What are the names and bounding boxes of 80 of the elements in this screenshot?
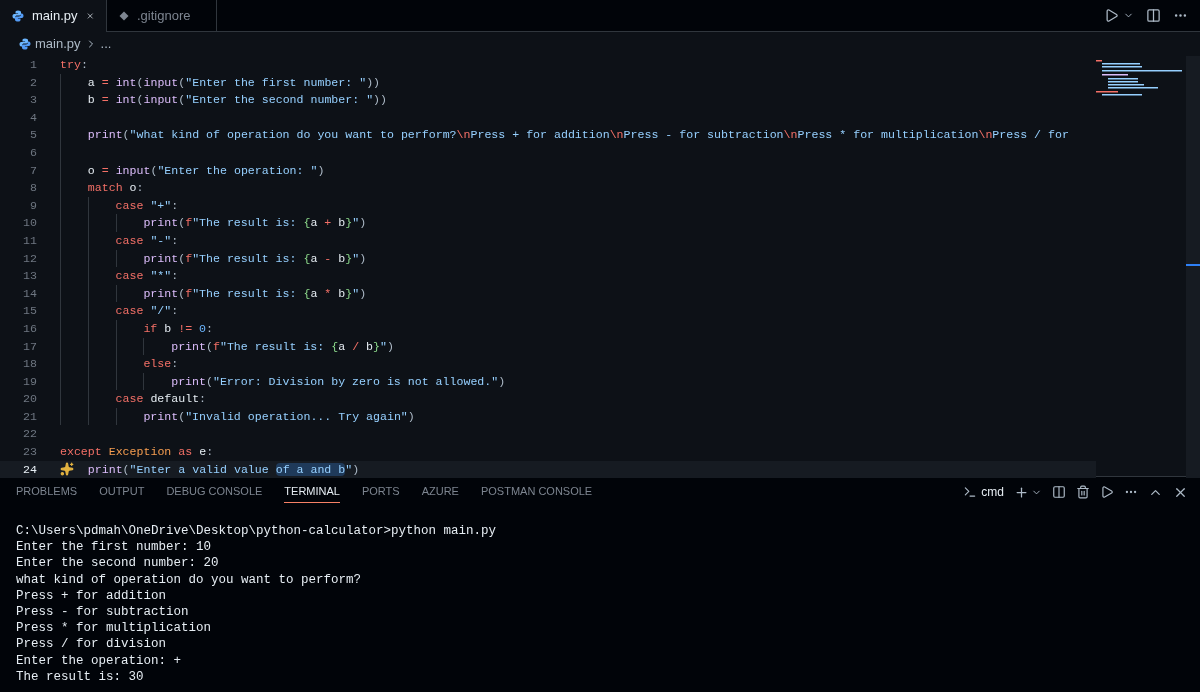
terminal-line: what kind of operation do you want to perform? [16,571,363,588]
terminal-line: Press * for multiplication [16,620,213,637]
code-line: case "*": [115,268,179,285]
editor-tab[interactable]: main.py [0,0,107,32]
line-number: 20 [22,391,37,408]
panel-tab[interactable]: TERMINAL [284,481,340,503]
code-line: case "+": [115,197,179,214]
line-number: 4 [29,109,37,126]
line-number: 22 [22,426,37,443]
terminal-line: Enter the second number: 20 [16,555,220,572]
code-line: case "-": [115,232,179,249]
panel-tab[interactable]: POSTMAN CONSOLE [480,481,593,503]
terminal-line: C:\Users\pdmah\OneDrive\Desktop\python-calculator>python main.py [16,523,498,540]
editor-tab[interactable]: .gitignore [107,0,217,31]
line-number: 15 [22,303,37,320]
code-line: print("what kind of operation do you want to perform?\nPress + for addition\nPress - for subtraction\nPress * for multiplication\nPress / for [87,127,1069,144]
add-icon[interactable] [1014,484,1029,500]
trash-icon[interactable] [1076,485,1090,499]
line-number: 5 [29,127,37,144]
line-number: 8 [29,180,37,197]
terminal-line: Press + for addition [16,587,168,604]
panel-tab[interactable]: AZURE [421,481,459,503]
line-number: 21 [22,408,37,425]
line-number: 17 [22,338,37,355]
breadcrumb-item[interactable]: ... [100,34,112,54]
panel-tab[interactable]: PORTS [361,481,400,503]
code-line: a = int(input("Enter the first number: ")) [87,74,381,91]
line-number: 13 [22,268,37,285]
code-line: except Exception as e: [60,444,214,461]
line-number: 12 [22,250,37,267]
terminal-line: Press - for subtraction [16,604,190,621]
code-line: print(f"The result is: {a - b}") [143,250,367,267]
line-number: 1 [29,57,37,73]
diamond-icon [119,10,129,21]
line-number: 6 [29,144,37,161]
python-file-icon [19,38,31,50]
line-number: 10 [22,215,37,232]
panel-tab[interactable]: OUTPUT [99,481,145,503]
terminal-line: Enter the operation: + [16,652,183,669]
code-line: print("Invalid operation... Try again") [143,408,415,425]
code-line: case default: [115,391,207,408]
panel-tab[interactable]: DEBUG CONSOLE [166,481,263,503]
run-icon[interactable] [1104,8,1119,23]
run-icon[interactable] [1100,485,1114,499]
line-number: 14 [22,285,37,302]
code-line: print("Error: Division by zero is not allowed.") [171,373,506,390]
panel-tab[interactable]: PROBLEMS [16,481,78,503]
code-line: print("Enter a valid value of a and b") [87,461,360,478]
code-line: if b != 0: [143,320,213,337]
code-line: match o: [87,180,144,197]
line-number: 9 [29,197,37,214]
terminal-line: Press / for division [16,636,168,653]
split-editor-icon[interactable] [1146,8,1161,23]
split-terminal-icon[interactable] [1052,485,1066,499]
terminal-line: Enter the first number: 10 [16,539,213,556]
code-line: case "/": [115,303,179,320]
shell-name[interactable]: cmd [981,483,1004,501]
code-line: else: [143,356,179,373]
line-number: 18 [22,356,37,373]
code-line: print(f"The result is: {a / b}") [171,338,394,355]
code-line: print(f"The result is: {a + b}") [143,215,367,232]
terminal-icon[interactable] [963,485,978,499]
code-line: print(f"The result is: {a * b}") [143,285,367,302]
code-line: try: [60,57,88,73]
line-number: 11 [22,232,37,249]
line-number: 23 [22,444,37,461]
sparkle-icon[interactable] [60,462,74,477]
breadcrumb-item[interactable]: main.py [35,34,81,54]
line-number: 24 [22,461,37,478]
line-number: 7 [29,162,37,179]
line-number: 3 [29,92,37,109]
line-number: 16 [22,320,37,337]
line-number: 19 [22,373,37,390]
cursor-marker [1186,264,1200,266]
code-line: b = int(input("Enter the second number: ")) [87,92,388,109]
code-line: o = input("Enter the operation: ") [87,162,325,179]
python-file-icon [12,10,24,22]
line-number: 2 [29,74,37,91]
terminal-line: The result is: 30 [16,668,145,686]
scrollbar[interactable] [1186,56,1200,479]
